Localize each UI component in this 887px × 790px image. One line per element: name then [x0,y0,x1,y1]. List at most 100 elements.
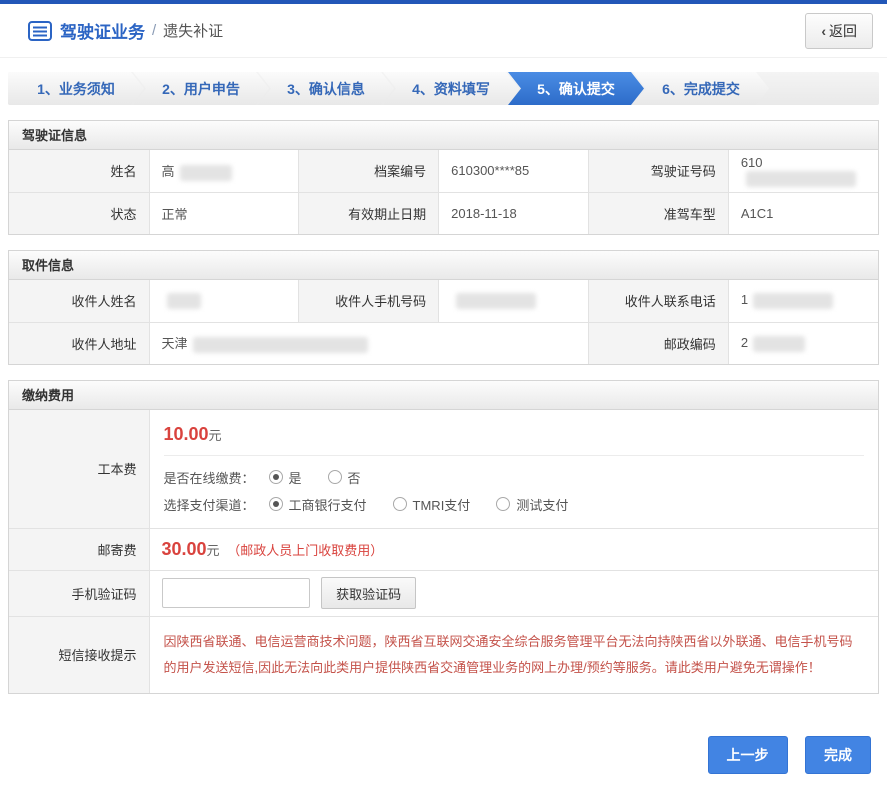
table-row: 工本费 10.00元 是否在线缴费： 是 否 [9,410,878,528]
pickup-info-section: 取件信息 收件人姓名 收件人手机号码 收件人联系电话 1 收件人地址 天津 邮政… [8,250,879,365]
channel-icbc-option[interactable]: 工商银行支付 [269,495,367,514]
step-5-confirm-submit[interactable]: 5、确认提交 [508,72,644,105]
previous-step-button[interactable]: 上一步 [708,736,788,774]
license-number-label: 驾驶证号码 [588,150,728,192]
payment-table: 工本费 10.00元 是否在线缴费： 是 否 [9,410,878,693]
vehicle-class-label: 准驾车型 [588,192,728,234]
online-no-option[interactable]: 否 [328,468,361,487]
divider [164,455,865,456]
postage-note: （邮政人员上门收取费用） [227,543,383,558]
status-label: 状态 [9,192,149,234]
payment-section-title: 缴纳费用 [9,381,878,410]
redacted-value [456,293,536,309]
fee-amount: 10.00 [164,424,209,444]
table-row: 收件人地址 天津 邮政编码 2 [9,322,878,364]
table-row: 手机验证码 获取验证码 [9,570,878,616]
license-info-section: 驾驶证信息 姓名 高 档案编号 610300****85 驾驶证号码 610 状… [8,120,879,235]
radio-icon[interactable] [269,470,283,484]
radio-icon[interactable] [393,497,407,511]
channel-icbc-label: 工商银行支付 [289,495,367,514]
step-2-user-declaration[interactable]: 2、用户申告 [133,72,269,105]
sms-notice-label: 短信接收提示 [9,616,149,693]
table-row: 姓名 高 档案编号 610300****85 驾驶证号码 610 [9,150,878,192]
online-yes-option[interactable]: 是 [269,468,302,487]
name-label: 姓名 [9,150,149,192]
recipient-mobile-value [439,280,589,322]
name-value: 高 [149,150,299,192]
license-info-table: 姓名 高 档案编号 610300****85 驾驶证号码 610 状态 正常 有… [9,150,878,234]
redacted-value [193,337,368,353]
page-header: 驾驶证业务 / 遗失补证 ‹ 返回 [0,4,887,58]
recipient-name-value [149,280,299,322]
pickup-section-title: 取件信息 [9,251,878,280]
channel-tmri-label: TMRI支付 [413,495,471,514]
online-no-label: 否 [348,468,361,487]
vehicle-class-value: A1C1 [728,192,878,234]
fee-cell: 10.00元 是否在线缴费： 是 否 选择支付渠道： [149,410,878,528]
recipient-address-value: 天津 [149,322,588,364]
fee-unit: 元 [209,428,222,443]
postage-label: 邮寄费 [9,528,149,570]
license-number-value: 610 [728,150,878,192]
step-label: 3、确认信息 [287,79,365,99]
redacted-value [753,336,805,352]
breadcrumb-separator: / [152,22,156,39]
online-payment-question-row: 是否在线缴费： 是 否 [164,468,865,487]
step-label: 1、业务须知 [37,79,115,99]
redacted-value [753,293,833,309]
recipient-name-label: 收件人姓名 [9,280,149,322]
fee-amount-line: 10.00元 [164,424,865,445]
postage-cell: 30.00元 （邮政人员上门收取费用） [149,528,878,570]
file-number-label: 档案编号 [299,150,439,192]
online-yes-label: 是 [289,468,302,487]
captcha-label: 手机验证码 [9,570,149,616]
expiry-date-value: 2018-11-18 [439,192,589,234]
channel-test-option[interactable]: 测试支付 [496,495,568,514]
list-icon [28,21,52,41]
sms-notice-text: 因陕西省联通、电信运营商技术问题，陕西省互联网交通安全综合服务管理平台无法向持陕… [164,629,865,681]
chevron-left-icon: ‹ [821,23,826,39]
file-number-value: 610300****85 [439,150,589,192]
back-button[interactable]: ‹ 返回 [805,13,873,49]
redacted-value [167,293,201,309]
online-payment-question: 是否在线缴费： [164,468,255,487]
step-1-business-notice[interactable]: 1、业务须知 [8,72,144,105]
get-captcha-button[interactable]: 获取验证码 [321,577,416,609]
step-wizard: 1、业务须知 2、用户申告 3、确认信息 4、资料填写 5、确认提交 6、完成提… [8,72,879,105]
table-row: 邮寄费 30.00元 （邮政人员上门收取费用） [9,528,878,570]
step-4-fill-data[interactable]: 4、资料填写 [383,72,519,105]
recipient-address-label: 收件人地址 [9,322,149,364]
table-row: 收件人姓名 收件人手机号码 收件人联系电话 1 [9,280,878,322]
step-3-confirm-info[interactable]: 3、确认信息 [258,72,394,105]
step-label: 4、资料填写 [412,79,490,99]
radio-icon[interactable] [328,470,342,484]
redacted-value [180,165,232,181]
postal-code-value: 2 [728,322,878,364]
sms-notice-cell: 因陕西省联通、电信运营商技术问题，陕西省互联网交通安全综合服务管理平台无法向持陕… [149,616,878,693]
channel-tmri-option[interactable]: TMRI支付 [393,495,471,514]
redacted-value [746,171,856,187]
recipient-phone-label: 收件人联系电话 [588,280,728,322]
step-label: 2、用户申告 [162,79,240,99]
page-title: 驾驶证业务 [60,18,145,43]
payment-section: 缴纳费用 工本费 10.00元 是否在线缴费： 是 否 [8,380,879,694]
finish-button[interactable]: 完成 [805,736,871,774]
channel-test-label: 测试支付 [516,495,568,514]
step-label: 5、确认提交 [537,79,615,99]
recipient-phone-value: 1 [728,280,878,322]
table-row: 短信接收提示 因陕西省联通、电信运营商技术问题，陕西省互联网交通安全综合服务管理… [9,616,878,693]
captcha-input[interactable] [162,578,310,608]
radio-icon[interactable] [496,497,510,511]
postage-unit: 元 [207,543,220,558]
postal-code-label: 邮政编码 [588,322,728,364]
step-6-finish-submit[interactable]: 6、完成提交 [633,72,769,105]
table-row: 状态 正常 有效期止日期 2018-11-18 准驾车型 A1C1 [9,192,878,234]
payment-channel-question-row: 选择支付渠道： 工商银行支付 TMRI支付 测试支付 [164,495,865,514]
license-section-title: 驾驶证信息 [9,121,878,150]
postage-amount: 30.00 [162,539,207,559]
fee-label: 工本费 [9,410,149,528]
radio-icon[interactable] [269,497,283,511]
back-button-label: 返回 [829,21,857,41]
breadcrumb-current: 遗失补证 [163,20,223,41]
footer-actions: 上一步 完成 [16,736,871,774]
